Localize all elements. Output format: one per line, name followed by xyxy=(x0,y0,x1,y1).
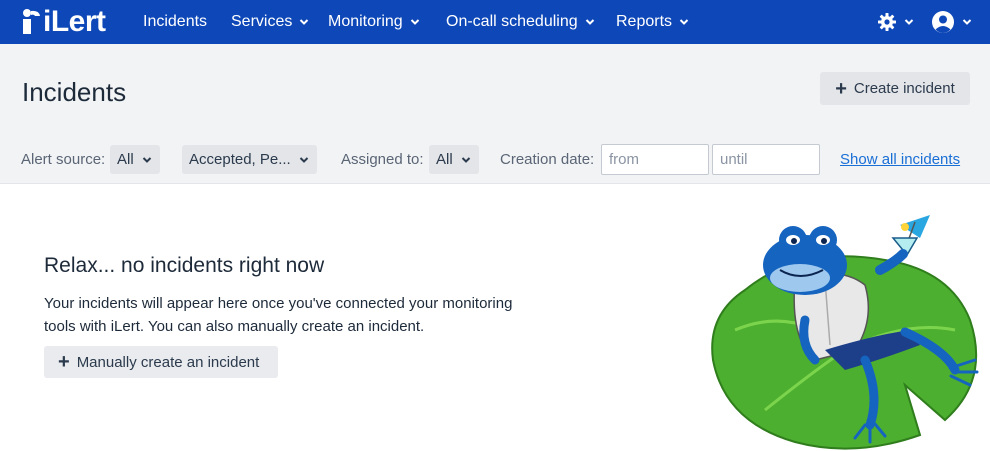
assigned-to-value: All xyxy=(436,151,453,168)
nav-services[interactable]: Services xyxy=(231,0,309,44)
chevron-down-icon xyxy=(410,19,419,25)
chevron-down-icon xyxy=(300,19,309,25)
create-incident-button[interactable]: + Create incident xyxy=(820,72,970,105)
assigned-to-label: Assigned to: xyxy=(341,151,424,168)
nav-on-call-scheduling-label: On-call scheduling xyxy=(446,13,578,30)
plus-icon: + xyxy=(835,77,847,100)
status-value: Accepted, Pe... xyxy=(189,151,291,168)
manually-create-incident-label: Manually create an incident xyxy=(76,353,260,371)
nav-services-label: Services xyxy=(231,13,293,30)
chevron-down-icon xyxy=(962,19,972,25)
ilert-logo[interactable]: iLert xyxy=(21,5,106,39)
nav-monitoring-label: Monitoring xyxy=(328,13,403,30)
plus-icon: + xyxy=(58,351,70,373)
assigned-to-select[interactable]: All xyxy=(429,145,479,174)
empty-state-text: Your incidents will appear here once you… xyxy=(44,295,513,335)
nav-on-call-scheduling[interactable]: On-call scheduling xyxy=(446,0,595,44)
chevron-down-icon xyxy=(461,156,470,163)
settings-menu[interactable] xyxy=(877,0,914,44)
date-until-input[interactable] xyxy=(712,144,820,175)
nav-monitoring[interactable]: Monitoring xyxy=(328,0,420,44)
logo-text: iLert xyxy=(43,5,106,38)
status-select[interactable]: Accepted, Pe... xyxy=(182,145,317,174)
relaxing-frog-illustration xyxy=(711,215,979,450)
chevron-down-icon xyxy=(299,156,308,163)
chevron-down-icon xyxy=(142,156,151,163)
gear-icon xyxy=(878,13,896,31)
logo-mark-icon xyxy=(23,9,40,34)
user-avatar-icon xyxy=(932,11,954,33)
create-incident-label: Create incident xyxy=(853,80,955,97)
chevron-down-icon xyxy=(585,19,594,25)
nav-reports[interactable]: Reports xyxy=(616,0,689,44)
alert-source-value: All xyxy=(117,151,134,168)
user-menu[interactable] xyxy=(931,0,972,44)
chevron-down-icon xyxy=(679,19,689,25)
page-title: Incidents xyxy=(22,77,127,107)
manually-create-incident-button[interactable]: + Manually create an incident xyxy=(44,346,278,378)
alert-source-label: Alert source: xyxy=(21,151,106,168)
show-all-incidents-link[interactable]: Show all incidents xyxy=(840,151,960,168)
chevron-down-icon xyxy=(904,19,914,25)
creation-date-label: Creation date: xyxy=(500,151,595,168)
top-navigation-bar: iLert Incidents Services Monitoring On-c… xyxy=(0,0,990,44)
nav-incidents-label: Incidents xyxy=(143,13,208,30)
alert-source-select[interactable]: All xyxy=(110,145,160,174)
nav-incidents[interactable]: Incidents xyxy=(143,0,207,44)
nav-reports-label: Reports xyxy=(616,13,673,30)
date-from-input[interactable] xyxy=(601,144,709,175)
empty-state-title: Relax... no incidents right now xyxy=(44,254,325,277)
